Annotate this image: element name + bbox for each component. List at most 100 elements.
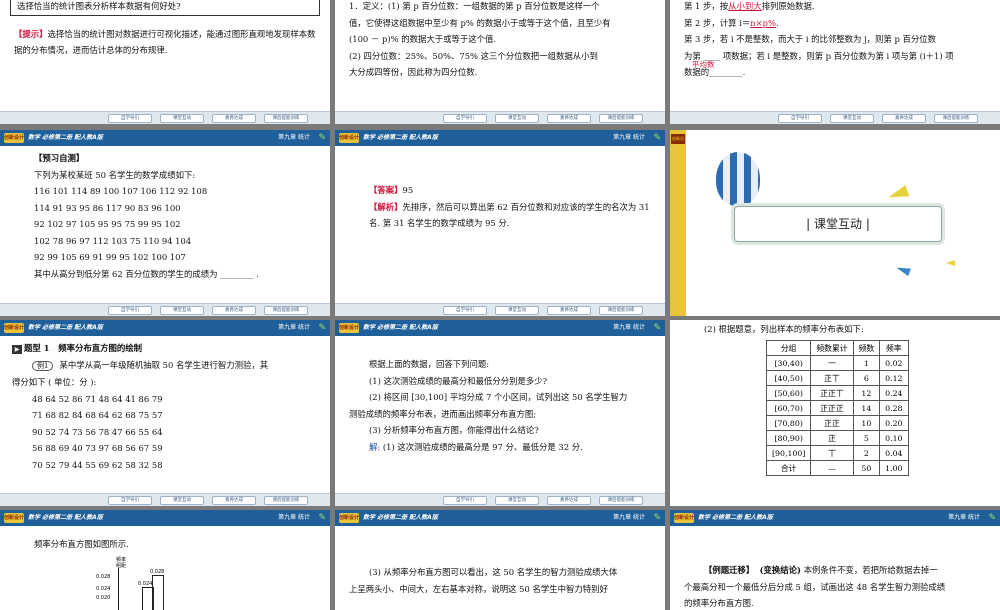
logo: 创新设计 [339, 133, 360, 143]
nav-classroom[interactable]: 课堂互动 [160, 306, 204, 315]
slide-7[interactable]: 创新设计 数学 必修第二册 配人教A版 第九章 统计 ✎ ▶ 题型 1 频率分布直… [0, 320, 330, 506]
table-cell: 50 [852, 460, 881, 476]
table-cell: 丅 [810, 445, 854, 461]
table-cell: [80,90) [765, 430, 812, 446]
section-title-classroom[interactable]: | 课堂互动 | [734, 206, 942, 242]
nav-literacy[interactable]: 素养达成 [882, 114, 926, 123]
pen-icon: ✎ [318, 513, 326, 523]
table-cell: 6 [852, 370, 881, 386]
table-cell: [30,40) [765, 355, 812, 371]
table-cell: 0.24 [879, 385, 909, 401]
nav-training[interactable]: 课后提能训练 [599, 306, 643, 315]
nav-literacy[interactable]: 素养达成 [212, 496, 256, 505]
nav-classroom[interactable]: 课堂互动 [495, 496, 539, 505]
nav-literacy[interactable]: 素养达成 [212, 306, 256, 315]
hint-text: 选择恰当的统计图对数据进行可视化描述，能通过图形直观地发现样本数据的分布情况，进… [14, 28, 316, 56]
definition-line: 1．定义：(1) 第 p 百分位数：一组数据的第 p 百分位数是这样一个 [349, 1, 600, 11]
paper-plane-icon [886, 184, 910, 204]
subject-title: 数学 必修第二册 配人教A版 [28, 134, 103, 141]
table-cell: 1.00 [879, 460, 909, 476]
slide-5[interactable]: 创新设计 数学 必修第二册 配人教A版 第九章 统计 ✎ 【答案】95 【解析】… [335, 130, 665, 316]
table-cell: 正正 [810, 415, 854, 431]
slide-8[interactable]: 创新设计 数学 必修第二册 配人教A版 第九章 统计 ✎ 根据上面的数据，回答下… [335, 320, 665, 506]
nav-self-study[interactable]: 自学导引 [443, 306, 487, 315]
table-cell: 2 [852, 445, 881, 461]
slide-10[interactable]: 创新设计 数学 必修第二册 配人教A版 第九章 统计 ✎ 频率分布直方图如图所示… [0, 510, 330, 610]
slide-footer: 自学导引 课堂互动 素养达成 课后提能训练 [335, 493, 665, 506]
explanation-label: 【解析】 [369, 201, 403, 212]
logo: 创新设计 [4, 513, 25, 523]
pen-icon: ✎ [653, 513, 661, 523]
slide-2[interactable]: 1．定义：(1) 第 p 百分位数：一组数据的第 p 百分位数是这样一个 值，它… [335, 0, 665, 124]
nav-literacy[interactable]: 素养达成 [547, 306, 591, 315]
nav-training[interactable]: 课后提能训练 [599, 496, 643, 505]
slide-11[interactable]: 创新设计 数学 必修第二册 配人教A版 第九章 统计 ✎ (3) 从频率分布直方… [335, 510, 665, 610]
blank-fill: 从小到大 [728, 1, 762, 11]
type-label: 题型 1 [24, 343, 50, 353]
nav-literacy[interactable]: 素养达成 [547, 114, 591, 123]
table-cell: 12 [852, 385, 881, 401]
table-cell: [40,50) [765, 370, 812, 386]
slide-6[interactable]: 创新设计 | 课堂互动 | [670, 130, 1000, 316]
nav-self-study[interactable]: 自学导引 [778, 114, 822, 123]
nav-self-study[interactable]: 自学导引 [443, 114, 487, 123]
nav-training[interactable]: 课后提能训练 [934, 114, 978, 123]
nav-classroom[interactable]: 课堂互动 [160, 114, 204, 123]
table-row: [30,40) 一 1 0.02 [765, 355, 909, 371]
bar-label: 0.024 [138, 581, 153, 587]
table-cell: 正 [810, 430, 854, 446]
pen-icon: ✎ [318, 133, 326, 143]
nav-training[interactable]: 课后提能训练 [264, 306, 308, 315]
nav-classroom[interactable]: 课堂互动 [495, 114, 539, 123]
table-header-cell: 分组 [765, 340, 812, 356]
nav-self-study[interactable]: 自学导引 [443, 496, 487, 505]
nav-self-study[interactable]: 自学导引 [108, 496, 152, 505]
table-cell: 一 [810, 355, 854, 371]
question-text: 选择恰当的统计图表分析样本数据有何好处? [17, 1, 181, 11]
logo: 创新设计 [674, 513, 695, 523]
table-cell: 1 [852, 355, 881, 371]
data-row: 92 99 105 69 91 99 95 102 100 107 [34, 252, 186, 262]
logo: 创新设计 [339, 513, 360, 523]
table-row: [60,70) 正正正 14 0.28 [765, 400, 909, 416]
nav-self-study[interactable]: 自学导引 [108, 306, 152, 315]
histogram: 频率 组距 0.028 0.024 0.020 0.024 0.028 [90, 556, 170, 610]
chapter-title: 第九章 统计 [948, 514, 980, 521]
blank-fill: n×p% [750, 17, 776, 28]
slide-footer: 自学导引 课堂互动 素养达成 课后提能训练 [0, 111, 330, 124]
slide-3[interactable]: 第 1 步，按从小到大排列原始数据. 第 2 步，计算 i＝n×p%. 第 3 … [670, 0, 1000, 124]
table-cell: 0.28 [879, 400, 909, 416]
nav-training[interactable]: 课后提能训练 [264, 114, 308, 123]
data-row: 92 102 97 105 95 95 75 99 95 102 [34, 219, 181, 229]
pen-icon: ✎ [653, 133, 661, 143]
slide-footer: 自学导引 课堂互动 素养达成 课后提能训练 [670, 111, 1000, 124]
data-row: 71 68 82 84 68 64 62 68 75 57 [32, 410, 163, 420]
slide-1[interactable]: 选择恰当的统计图表分析样本数据有何好处? 【提示】选择恰当的统计图对数据进行可视… [0, 0, 330, 124]
solution-label: 解: [369, 441, 381, 452]
slide-header: 创新设计 数学 必修第二册 配人教A版 第九章 统计 ✎ [335, 320, 665, 336]
pen-icon: ✎ [318, 323, 326, 333]
subject-title: 数学 必修第二册 配人教A版 [363, 514, 438, 521]
table-cell: 0.04 [879, 445, 909, 461]
nav-literacy[interactable]: 素养达成 [547, 496, 591, 505]
chapter-title: 第九章 统计 [613, 324, 645, 331]
nav-training[interactable]: 课后提能训练 [599, 114, 643, 123]
y-tick-label: 0.028 [96, 574, 111, 580]
slide-4[interactable]: 创新设计 数学 必修第二册 配人教A版 第九章 统计 ✎ 【预习自测】 下列为某… [0, 130, 330, 316]
nav-training[interactable]: 课后提能训练 [264, 496, 308, 505]
definition-line: 大分成四等份，因此称为四分位数. [349, 67, 478, 77]
table-header-cell: 频数累计 [810, 340, 854, 356]
nav-classroom[interactable]: 课堂互动 [160, 496, 204, 505]
nav-literacy[interactable]: 素养达成 [212, 114, 256, 123]
nav-classroom[interactable]: 课堂互动 [830, 114, 874, 123]
pen-icon: ✎ [653, 323, 661, 333]
data-row: 56 88 69 40 73 97 68 56 67 59 [32, 443, 163, 453]
slide-12[interactable]: 创新设计 数学 必修第二册 配人教A版 第九章 统计 ✎ 【例题迁移】 (变换结… [670, 510, 1000, 610]
nav-classroom[interactable]: 课堂互动 [495, 306, 539, 315]
answer-value: 95 [402, 185, 414, 195]
table-row: [90,100] 丅 2 0.04 [765, 445, 909, 461]
balloon-icon [716, 152, 760, 206]
slide-9[interactable]: (2) 根据题意，列出样本的频率分布表如下: 分组 频数累计 频数 频率 [30,40… [670, 320, 1000, 506]
table-row: [70,80) 正正 10 0.20 [765, 415, 909, 431]
nav-self-study[interactable]: 自学导引 [108, 114, 152, 123]
